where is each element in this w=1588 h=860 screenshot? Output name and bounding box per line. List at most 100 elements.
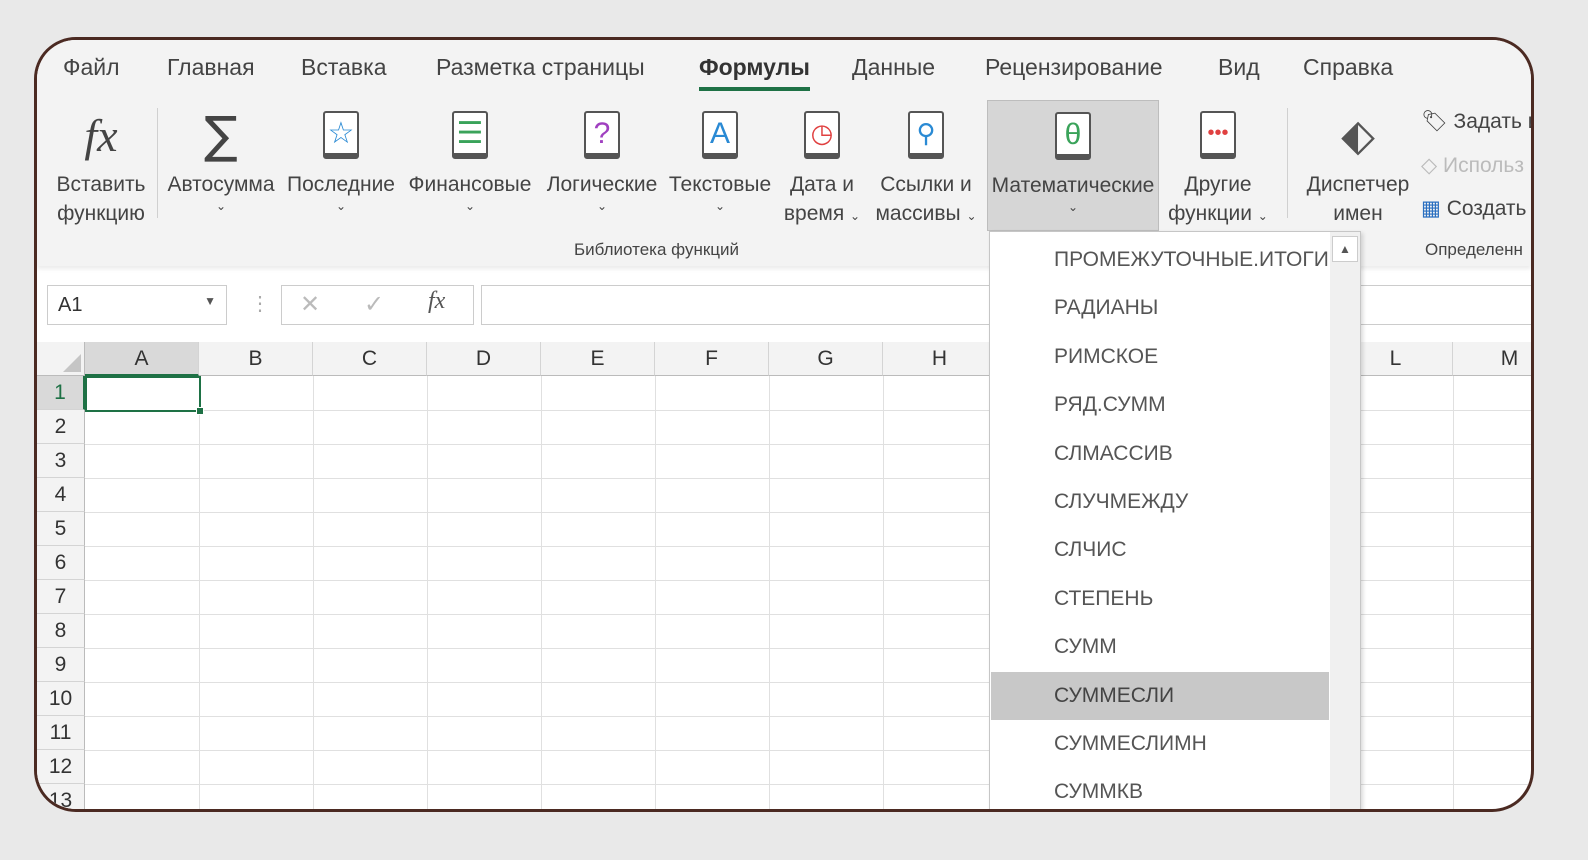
theta-book-icon: θ [1055,112,1091,160]
label: время [783,202,845,225]
menu-item[interactable]: РЯД.СУММ [991,381,1329,429]
row-header-8[interactable]: 8 [37,614,85,648]
row-header-13[interactable]: 13 [37,784,85,809]
column-header-M[interactable]: M [1453,342,1531,376]
lookup-button[interactable]: ⚲ Ссылки и массивы ⌄ [871,100,981,231]
row-header-2[interactable]: 2 [37,410,85,444]
column-header-H[interactable]: H [883,342,997,376]
chevron-down-icon: ⌄ [1257,209,1268,223]
grip-icon: ⋮ [250,293,270,315]
gridline [313,376,314,809]
tab-home[interactable]: Главная [167,54,255,81]
tab-help[interactable]: Справка [1303,54,1393,81]
tab-view[interactable]: Вид [1218,54,1260,81]
tag-list-icon: ⬖ [1341,110,1375,160]
insert-function-button[interactable]: fx Вставить функцию [51,100,151,228]
column-header-C[interactable]: C [313,342,427,376]
scrollbar[interactable]: ▲ [1330,232,1360,809]
menu-item[interactable]: ПРОМЕЖУТОЧНЫЕ.ИТОГИ [991,236,1329,284]
select-all-corner[interactable] [37,342,85,376]
tab-formulas[interactable]: Формулы [699,54,810,91]
menu-item[interactable]: РИМСКОЕ [991,333,1329,381]
create-from-selection-button[interactable]: ▦ Создать [1421,196,1527,221]
label: функцию [57,202,145,225]
text-button[interactable]: A Текстовые ⌄ [667,100,773,213]
name-box[interactable]: A1 ▼ [47,285,227,325]
formula-buttons: ✕ ✓ fx [281,285,474,325]
enter-check-icon[interactable]: ✓ [364,290,384,319]
tag-icon: 🏷 [1421,110,1448,133]
use-in-formula-button[interactable]: ◇ Использ [1421,153,1524,178]
tag-fx-icon: ◇ [1421,154,1438,177]
menu-item[interactable]: СУММЕСЛИМН [991,720,1329,768]
scroll-up-arrow-icon[interactable]: ▲ [1332,236,1358,262]
divider [157,108,158,218]
math-functions-dropdown: ▲ ПРОМЕЖУТОЧНЫЕ.ИТОГИ РАДИАНЫ РИМСКОЕ РЯД.С… [989,231,1361,809]
magnifier-book-icon: ⚲ [908,111,944,159]
gridline [769,376,770,809]
tab-review[interactable]: Рецензирование [985,54,1163,81]
chevron-down-icon: ⌄ [596,199,608,213]
menu-item[interactable]: СЛЧИС [991,526,1329,574]
dropdown-arrow-icon[interactable]: ▼ [204,294,216,308]
row-header-7[interactable]: 7 [37,580,85,614]
menu-item[interactable]: РАДИАНЫ [991,284,1329,332]
row-header-1[interactable]: 1 [37,376,85,410]
row-header-4[interactable]: 4 [37,478,85,512]
tab-page-layout[interactable]: Разметка страницы [436,54,645,81]
selected-cell-a1[interactable] [85,376,204,415]
menu-item[interactable]: СЛУЧМЕЖДУ [991,478,1329,526]
chevron-down-icon: ⌄ [1067,200,1079,214]
menu-item[interactable]: СУММКВ [991,768,1329,809]
datetime-button[interactable]: ◷ Дата и время ⌄ [779,100,865,231]
column-header-F[interactable]: F [655,342,769,376]
tab-insert[interactable]: Вставка [301,54,387,81]
label: имен [1333,202,1383,225]
chevron-down-icon: ⌄ [966,209,977,223]
row-header-11[interactable]: 11 [37,716,85,750]
logical-button[interactable]: ? Логические ⌄ [543,100,661,213]
group-label-library: Библиотека функций [574,240,740,259]
chevron-down-icon: ⌄ [714,199,726,213]
column-header-E[interactable]: E [541,342,655,376]
label: Последние [286,173,395,196]
menu-item[interactable]: СУММЕСЛИ [991,671,1329,720]
math-button[interactable]: θ Математические ⌄ [987,100,1159,231]
row-header-6[interactable]: 6 [37,546,85,580]
row-header-9[interactable]: 9 [37,648,85,682]
insert-function-fx-icon[interactable]: fx [428,288,445,315]
row-header-12[interactable]: 12 [37,750,85,784]
label: Финансовые [408,173,532,196]
column-header-G[interactable]: G [769,342,883,376]
gridline [541,376,542,809]
label: Создать [1446,197,1527,220]
menu-item[interactable]: СТЕПЕНЬ [991,575,1329,623]
label: Другие [1184,173,1252,196]
column-header-B[interactable]: B [199,342,313,376]
coins-book-icon: ☰ [452,111,488,159]
label: Диспетчер [1306,173,1410,196]
define-name-button[interactable]: 🏷 Задать и [1421,110,1531,134]
row-header-3[interactable]: 3 [37,444,85,478]
tab-data[interactable]: Данные [852,54,935,81]
other-functions-button[interactable]: ••• Другие функции ⌄ [1163,100,1273,231]
column-header-A[interactable]: A [85,342,199,376]
tab-file[interactable]: Файл [63,54,120,81]
column-header-D[interactable]: D [427,342,541,376]
autosum-button[interactable]: ∑ Автосумма ⌄ [165,100,277,214]
financial-button[interactable]: ☰ Финансовые ⌄ [405,100,535,213]
menu-item[interactable]: СУММ [991,623,1329,671]
sigma-icon: ∑ [204,105,238,164]
label: функции [1168,202,1252,225]
letter-a-book-icon: A [702,111,738,159]
gridline [427,376,428,809]
menu-item[interactable]: СЛМАССИВ [991,430,1329,478]
row-header-10[interactable]: 10 [37,682,85,716]
row-header-5[interactable]: 5 [37,512,85,546]
chevron-down-icon: ⌄ [335,199,347,213]
cancel-icon[interactable]: ✕ [300,290,320,319]
name-manager-button[interactable]: ⬖ Диспетчер имен [1301,100,1415,228]
label: Текстовые [668,173,772,196]
recent-button[interactable]: ☆ Последние ⌄ [285,100,397,213]
label: Ссылки и [880,173,972,196]
